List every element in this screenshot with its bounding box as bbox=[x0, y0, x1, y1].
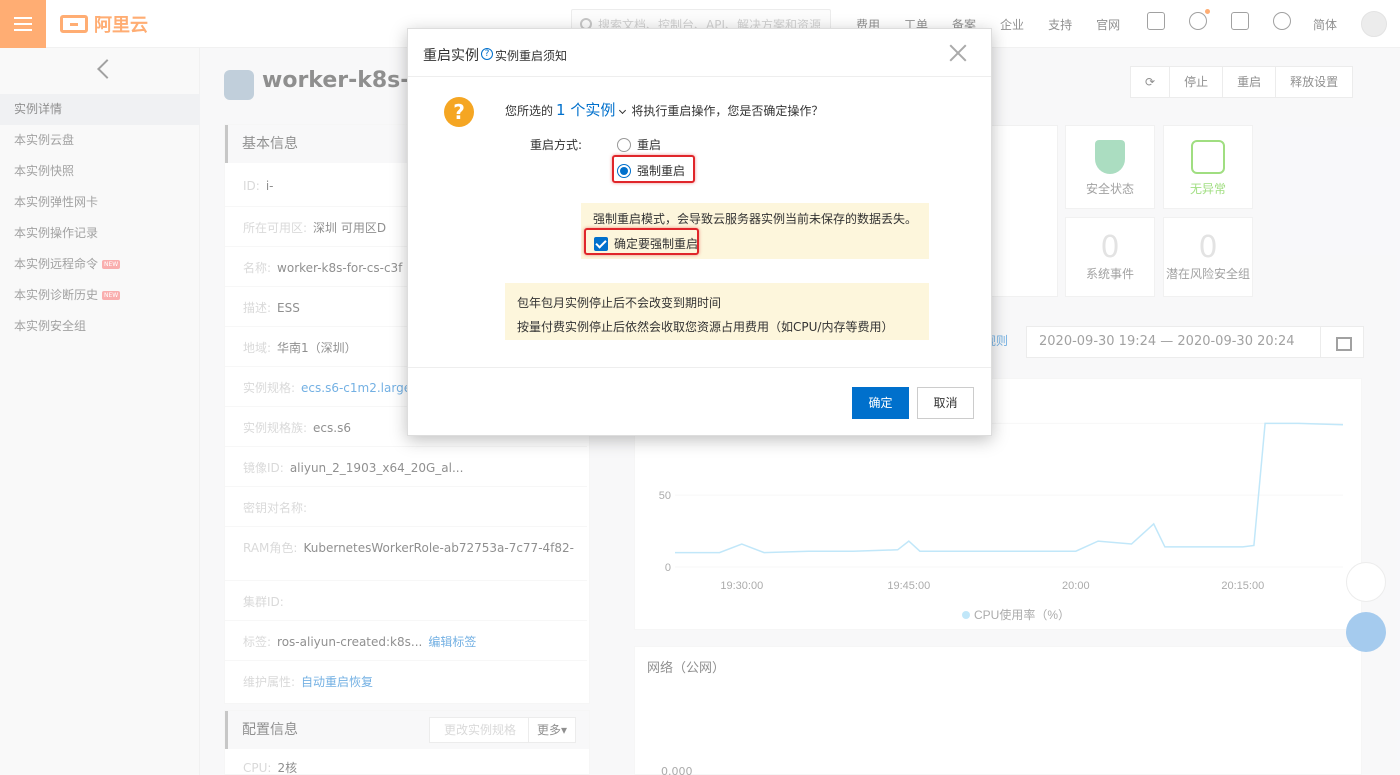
confirm-prefix: 您所选的 bbox=[505, 104, 554, 118]
force-restart-highlight bbox=[612, 155, 695, 183]
restart-notice-link[interactable]: 实例重启须知 bbox=[495, 47, 567, 64]
divider bbox=[408, 367, 991, 368]
confirm-force-highlight bbox=[584, 228, 699, 255]
question-icon: ? bbox=[444, 97, 474, 127]
question-help-icon[interactable]: ? bbox=[481, 48, 493, 60]
modal-header: 重启实例 ? 实例重启须知 bbox=[408, 29, 991, 77]
confirm-button[interactable]: 确定 bbox=[852, 387, 909, 419]
restart-instance-modal: 重启实例 ? 实例重启须知 ? 您所选的 1 个实例 将执行重启操作，您是否确定操作… bbox=[407, 28, 992, 436]
restart-mode-label: 重启方式: bbox=[530, 138, 583, 152]
chevron-down-icon[interactable] bbox=[619, 106, 627, 115]
billing-info-box: 包年包月实例停止后不会改变到期时间 按量付费实例停止后依然会收取您资源占用费用（… bbox=[505, 283, 929, 340]
confirm-message: 您所选的 1 个实例 将执行重启操作，您是否确定操作？ bbox=[505, 99, 823, 120]
cancel-button[interactable]: 取消 bbox=[917, 387, 974, 419]
modal-title: 重启实例 bbox=[423, 48, 479, 64]
billing-info-line: 按量付费实例停止后依然会收取您资源占用费用（如CPU/内存等费用） bbox=[517, 320, 894, 334]
billing-info-line: 包年包月实例停止后不会改变到期时间 bbox=[517, 296, 722, 310]
warning-text: 强制重启模式，会导致云服务器实例当前未保存的数据丢失。 bbox=[593, 212, 918, 226]
close-icon[interactable] bbox=[948, 43, 968, 63]
force-restart-warning: 强制重启模式，会导致云服务器实例当前未保存的数据丢失。 确定要强制重启 bbox=[581, 203, 929, 259]
radio-label: 重启 bbox=[637, 138, 662, 152]
radio-restart[interactable]: 重启 bbox=[617, 136, 661, 153]
confirm-suffix: 将执行重启操作，您是否确定操作？ bbox=[631, 104, 824, 118]
radio-button[interactable] bbox=[617, 137, 631, 152]
instance-count-dropdown[interactable]: 1 个实例 bbox=[556, 101, 615, 119]
